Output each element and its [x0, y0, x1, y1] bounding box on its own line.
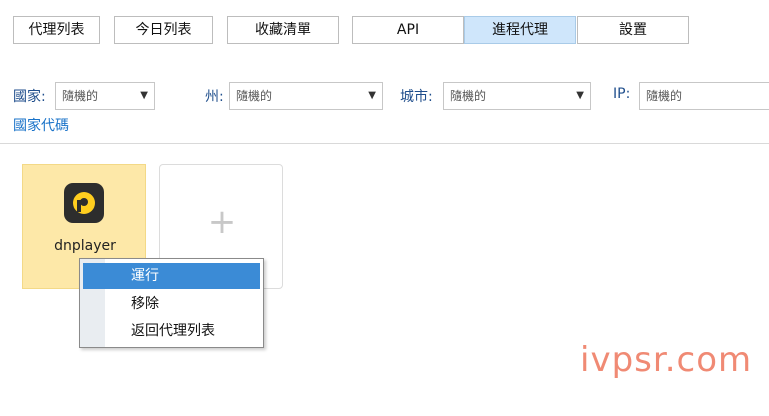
divider	[0, 143, 769, 144]
state-select[interactable]: 隨機的 ▼	[229, 82, 383, 110]
tab-api[interactable]: API	[352, 16, 464, 44]
state-select-value: 隨機的	[236, 89, 273, 103]
chevron-down-icon: ▼	[576, 90, 584, 101]
country-code-link[interactable]: 國家代碼	[13, 115, 69, 135]
chevron-down-icon: ▼	[140, 90, 148, 101]
dnplayer-icon	[64, 183, 104, 223]
ip-label: IP:	[613, 86, 631, 102]
country-select-value: 隨機的	[62, 89, 99, 103]
menu-item-run[interactable]: 運行	[83, 263, 260, 289]
city-select[interactable]: 隨機的 ▼	[443, 82, 591, 110]
tab-settings[interactable]: 設置	[577, 16, 689, 44]
ip-select-value: 隨機的	[646, 89, 683, 103]
country-label: 國家:	[13, 89, 46, 105]
country-select[interactable]: 隨機的 ▼	[55, 82, 155, 110]
proxy-app-window: 代理列表 今日列表 收藏清單 API 進程代理 設置 國家: 隨機的 ▼ 州: …	[0, 0, 769, 416]
city-label: 城市:	[400, 89, 433, 105]
plus-icon: +	[207, 202, 237, 242]
tab-today-list[interactable]: 今日列表	[114, 16, 213, 44]
ip-select[interactable]: 隨機的	[639, 82, 769, 110]
state-label: 州:	[205, 89, 224, 105]
watermark: ivpsr.com	[580, 340, 753, 380]
tab-process-proxy[interactable]: 進程代理	[464, 16, 576, 44]
chevron-down-icon: ▼	[368, 90, 376, 101]
tab-proxy-list[interactable]: 代理列表	[13, 16, 100, 44]
menu-item-remove[interactable]: 移除	[83, 291, 260, 317]
tab-favorites[interactable]: 收藏清單	[227, 16, 339, 44]
menu-item-back-to-proxy-list[interactable]: 返回代理列表	[83, 318, 260, 344]
city-select-value: 隨機的	[450, 89, 487, 103]
context-menu: 運行 移除 返回代理列表	[79, 258, 264, 348]
app-name: dnplayer	[54, 238, 116, 254]
filter-bar: 國家: 隨機的 ▼ 州: 隨機的 ▼ 城市: 隨機的 ▼ IP: 隨機的	[0, 82, 769, 112]
